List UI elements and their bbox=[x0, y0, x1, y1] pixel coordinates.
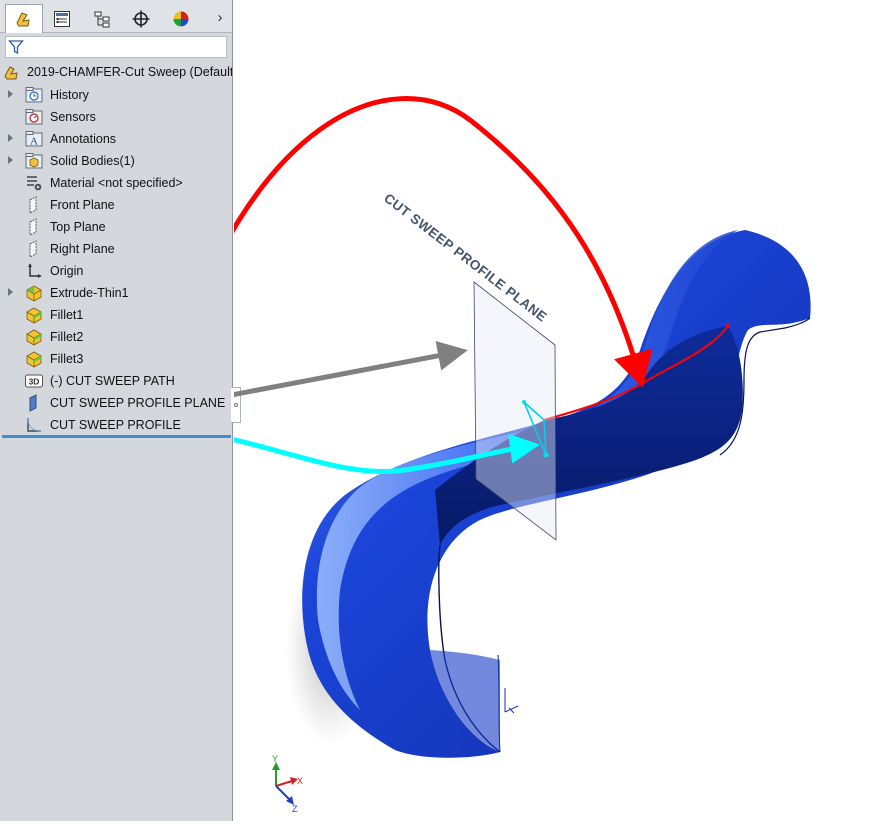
dimxpertmanager-icon bbox=[132, 10, 150, 28]
tree-item-solid-bodies[interactable]: Solid Bodies(1) bbox=[0, 150, 232, 172]
tree-item-label: Extrude-Thin1 bbox=[50, 286, 129, 300]
fillet-icon bbox=[26, 329, 42, 346]
tree-item-material[interactable]: Material <not specified> bbox=[0, 172, 232, 194]
propertymanager-tab[interactable] bbox=[43, 6, 81, 32]
annotation-arrow-gray bbox=[234, 340, 468, 398]
tree-item-label: CUT SWEEP PROFILE bbox=[50, 418, 181, 432]
3d-sketch-icon: 3D bbox=[25, 374, 43, 388]
fillet-icon bbox=[26, 351, 42, 368]
featuremanager-panel: › 2019-CHAMFER-Cut Sweep (Default<< Hist… bbox=[0, 0, 233, 821]
part-name: 2019-CHAMFER-Cut Sweep (Default<< bbox=[27, 65, 232, 79]
origin-icon bbox=[28, 263, 42, 278]
tree-item-annotations[interactable]: A Annotations bbox=[0, 128, 232, 150]
sketch-icon bbox=[27, 417, 42, 432]
tree-item-label: Fillet2 bbox=[50, 330, 84, 344]
tree-item-origin[interactable]: Origin bbox=[0, 260, 232, 282]
tree-item-label: (-) CUT SWEEP PATH bbox=[50, 374, 175, 388]
tree-item-top-plane[interactable]: Top Plane bbox=[0, 216, 232, 238]
tree-item-cut-sweep-profile-plane[interactable]: CUT SWEEP PROFILE PLANE bbox=[0, 392, 232, 414]
filter-input[interactable] bbox=[30, 38, 226, 58]
tree-item-label: Front Plane bbox=[50, 198, 115, 212]
plane-label: CUT SWEEP PROFILE PLANE bbox=[381, 190, 550, 324]
tree-item-fillet2[interactable]: Fillet2 bbox=[0, 326, 232, 348]
tree-item-label: CUT SWEEP PROFILE PLANE bbox=[50, 396, 226, 410]
part-root-node[interactable]: 2019-CHAMFER-Cut Sweep (Default<< bbox=[3, 63, 232, 83]
material-icon bbox=[27, 176, 42, 191]
part-icon bbox=[4, 66, 18, 80]
svg-text:A: A bbox=[30, 136, 38, 148]
expand-arrow-icon[interactable] bbox=[8, 156, 13, 164]
configurationmanager-tab[interactable] bbox=[83, 6, 121, 32]
configurationmanager-icon bbox=[94, 11, 110, 28]
tree-item-label: Origin bbox=[50, 264, 84, 278]
history-folder-icon bbox=[25, 87, 43, 103]
feature-filter-box[interactable] bbox=[5, 36, 227, 58]
tree-item-label: Top Plane bbox=[50, 220, 106, 234]
tree-item-front-plane[interactable]: Front Plane bbox=[0, 194, 232, 216]
propertymanager-icon bbox=[54, 11, 70, 27]
expand-arrow-icon[interactable] bbox=[8, 288, 13, 296]
plane-icon bbox=[29, 240, 37, 258]
path-endpoint bbox=[726, 324, 730, 328]
annotations-icon: A bbox=[25, 131, 43, 148]
plane-icon bbox=[29, 218, 37, 236]
tree-item-label: Fillet3 bbox=[50, 352, 84, 366]
plane-icon bbox=[29, 196, 37, 214]
sensors-icon bbox=[25, 109, 43, 125]
tree-item-label: Sensors bbox=[50, 110, 96, 124]
displaymanager-icon bbox=[173, 11, 189, 27]
more-tabs-chevron-icon[interactable]: › bbox=[212, 9, 228, 27]
triad-y-label: Y bbox=[272, 754, 278, 764]
reference-triad: Y X Z bbox=[272, 754, 303, 814]
tree-item-label: Right Plane bbox=[50, 242, 115, 256]
triad-z-label: Z bbox=[292, 804, 298, 814]
plane-icon bbox=[29, 394, 37, 412]
expand-arrow-icon[interactable] bbox=[8, 90, 13, 98]
tree-item-cut-sweep-path[interactable]: 3D (-) CUT SWEEP PATH bbox=[0, 370, 232, 392]
tree-item-extrude-thin1[interactable]: Extrude-Thin1 bbox=[0, 282, 232, 304]
triad-x-label: X bbox=[297, 776, 303, 786]
featuremanager-tab[interactable] bbox=[5, 4, 43, 33]
tree-item-label: Fillet1 bbox=[50, 308, 84, 322]
rollback-bar[interactable] bbox=[2, 435, 231, 438]
expand-arrow-icon[interactable] bbox=[8, 134, 13, 142]
featuremanager-icon bbox=[16, 12, 30, 27]
profile-vertex bbox=[522, 400, 526, 404]
displaymanager-tab[interactable] bbox=[162, 6, 200, 32]
profile-vertex bbox=[543, 452, 549, 458]
tree-item-fillet1[interactable]: Fillet1 bbox=[0, 304, 232, 326]
svg-text:3D: 3D bbox=[29, 377, 40, 387]
tree-item-label: Annotations bbox=[50, 132, 117, 146]
tree-item-right-plane[interactable]: Right Plane bbox=[0, 238, 232, 260]
graphics-viewport[interactable]: CUT SWEEP PROFILE PLANE Y X Z bbox=[234, 0, 883, 821]
extrude-icon bbox=[26, 285, 42, 302]
tree-item-sensors[interactable]: Sensors bbox=[0, 106, 232, 128]
tree-item-fillet3[interactable]: Fillet3 bbox=[0, 348, 232, 370]
dimxpertmanager-tab[interactable] bbox=[122, 6, 160, 32]
tree-item-label: Material <not specified> bbox=[50, 176, 183, 190]
tree-item-cut-sweep-profile[interactable]: CUT SWEEP PROFILE bbox=[0, 414, 232, 436]
manager-tab-bar: › bbox=[0, 0, 232, 33]
model-origin-marker bbox=[504, 688, 519, 714]
solid-bodies-folder-icon bbox=[25, 153, 43, 169]
fillet-icon bbox=[26, 307, 42, 324]
tree-item-label: Solid Bodies(1) bbox=[50, 154, 135, 168]
tree-item-history[interactable]: History bbox=[0, 84, 232, 106]
tree-item-label: History bbox=[50, 88, 89, 102]
filter-icon bbox=[8, 40, 24, 55]
